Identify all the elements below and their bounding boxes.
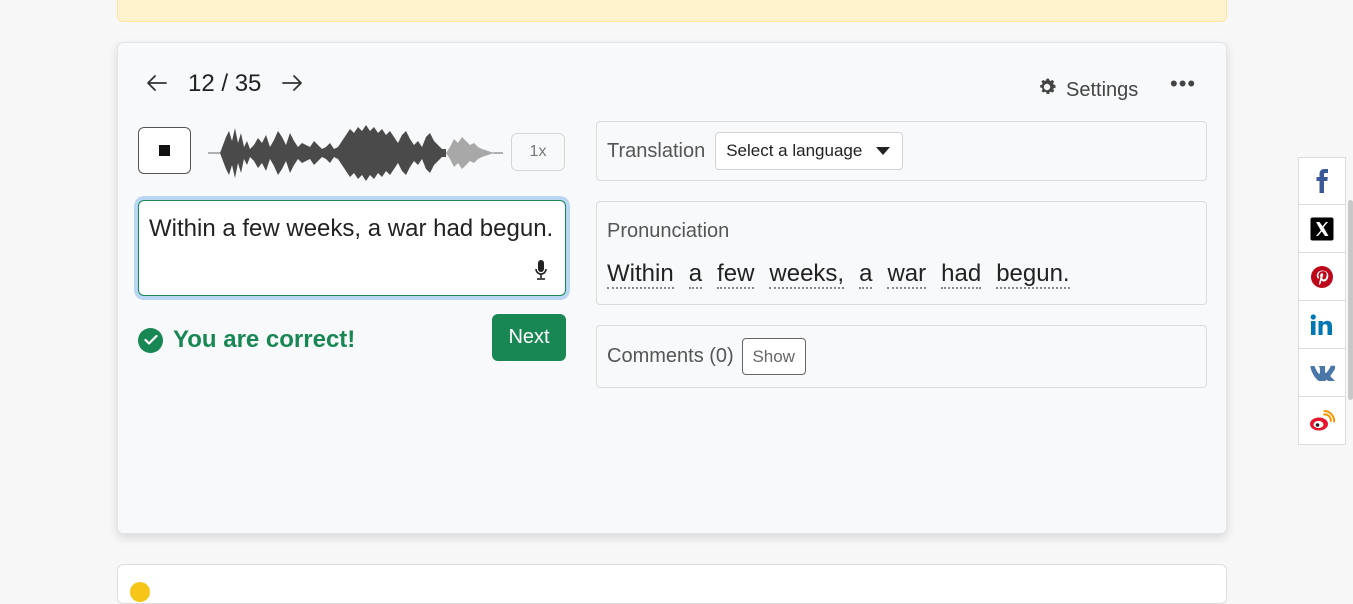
arrow-right-icon[interactable] xyxy=(281,74,303,96)
waveform-icon[interactable] xyxy=(208,123,503,183)
vk-icon[interactable] xyxy=(1298,349,1346,397)
pronunciation-word[interactable]: begun. xyxy=(996,260,1070,290)
check-circle-icon xyxy=(138,327,163,353)
comments-panel: Comments (0) Show xyxy=(596,325,1207,388)
dictation-card: 12 / 35 Settings ••• 1x Within a few wee… xyxy=(117,42,1227,534)
ellipsis-icon[interactable]: ••• xyxy=(1170,71,1196,97)
translation-label: Translation xyxy=(607,139,706,162)
result-text: You are correct! xyxy=(173,326,356,353)
pronunciation-panel: Pronunciation Within a few weeks, a war … xyxy=(596,201,1207,305)
lightbulb-icon xyxy=(130,582,150,602)
pronunciation-word[interactable]: a xyxy=(859,260,873,290)
settings-label: Settings xyxy=(1066,78,1139,101)
share-bar xyxy=(1298,157,1346,445)
microphone-icon[interactable] xyxy=(534,259,548,286)
weibo-icon[interactable] xyxy=(1298,397,1346,445)
tip-card xyxy=(117,564,1227,604)
language-select-value: Select a language xyxy=(726,141,863,160)
notice-banner xyxy=(117,0,1227,22)
pronunciation-word[interactable]: a xyxy=(688,260,703,290)
scrollbar[interactable] xyxy=(1348,200,1353,400)
pronunciation-words: Within a few weeks, a war had begun. xyxy=(607,260,1196,290)
question-counter: 12 / 35 xyxy=(188,70,262,97)
pronunciation-word[interactable]: Within xyxy=(607,260,674,290)
facebook-icon[interactable] xyxy=(1298,157,1346,205)
speed-button[interactable]: 1x xyxy=(511,133,565,171)
linkedin-icon[interactable] xyxy=(1298,301,1346,349)
caret-down-icon xyxy=(876,147,891,155)
pronunciation-word[interactable]: had xyxy=(941,260,982,290)
pinterest-icon[interactable] xyxy=(1298,253,1346,301)
show-comments-button[interactable]: Show xyxy=(741,338,806,375)
pronunciation-label: Pronunciation xyxy=(607,220,730,242)
arrow-left-icon[interactable] xyxy=(146,74,168,96)
settings-button[interactable]: Settings xyxy=(1036,76,1138,104)
pronunciation-word[interactable]: war xyxy=(887,260,927,290)
pronunciation-word[interactable]: few xyxy=(717,260,755,290)
next-button[interactable]: Next xyxy=(492,314,566,361)
result-message: You are correct! xyxy=(138,326,355,354)
pronunciation-word[interactable]: weeks, xyxy=(769,260,845,290)
gear-icon xyxy=(1036,76,1058,104)
x-twitter-icon[interactable] xyxy=(1298,205,1346,253)
comments-label: Comments (0) xyxy=(607,345,734,367)
answer-input[interactable]: Within a few weeks, a war had begun. xyxy=(138,200,566,296)
stop-icon xyxy=(159,145,170,156)
language-select[interactable]: Select a language xyxy=(715,132,904,170)
translation-panel: Translation Select a language xyxy=(596,121,1207,181)
stop-button[interactable] xyxy=(138,127,191,174)
